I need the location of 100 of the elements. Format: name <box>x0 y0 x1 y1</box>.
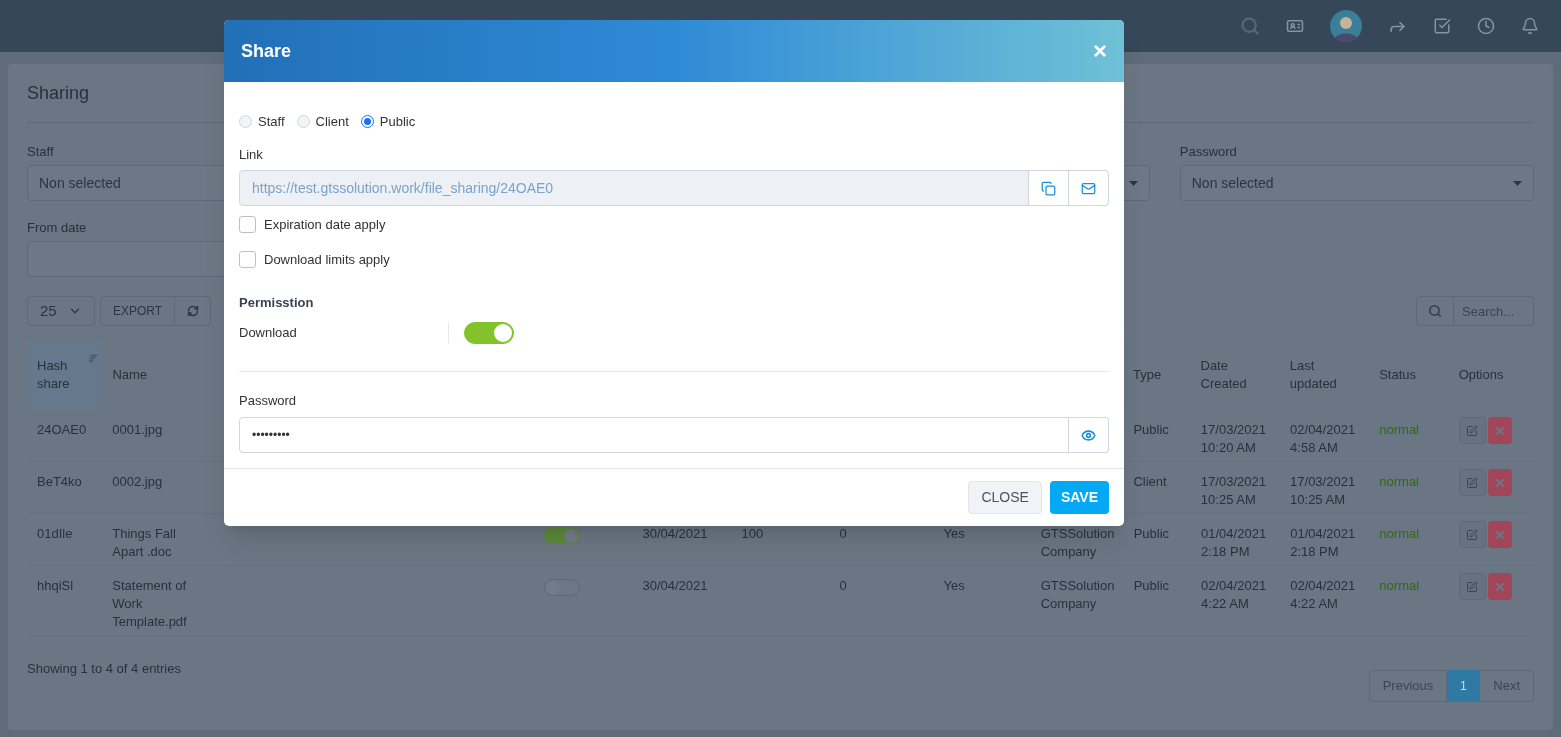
table-cell-text: Statement of Work Template.pdf <box>111 577 188 631</box>
table-cell-text: GTSSolution Company <box>1039 525 1116 561</box>
clock-icon[interactable] <box>1477 17 1495 35</box>
edit-button[interactable] <box>1458 469 1486 496</box>
close-icon <box>1493 476 1506 489</box>
dialog-title: Share <box>241 39 292 63</box>
export-button[interactable]: EXPORT <box>100 296 176 326</box>
table-cell-text: 17/03/2021 10:25 AM <box>1289 473 1357 509</box>
column-header[interactable]: Date Created <box>1190 357 1280 393</box>
close-icon <box>1493 528 1506 541</box>
refresh-button[interactable] <box>175 296 212 326</box>
permission-label: Download <box>239 323 298 342</box>
email-button[interactable] <box>1069 170 1109 206</box>
edit-icon <box>1466 580 1479 593</box>
checkbox[interactable] <box>239 251 256 268</box>
page-button[interactable]: 1 <box>1447 670 1480 702</box>
close-dialog-button[interactable]: CLOSE <box>968 481 1042 514</box>
table-cell-text: GTSSolution Company <box>1039 577 1116 613</box>
table-cell-text: 01/04/2021 2:18 PM <box>1289 525 1357 561</box>
mail-icon <box>1081 180 1096 196</box>
column-header[interactable]: Hash share <box>27 340 103 410</box>
checkbox-label: Download limits apply <box>264 250 390 269</box>
delete-button[interactable] <box>1487 521 1512 548</box>
table-cell-text: Public <box>1132 577 1171 595</box>
eye-icon <box>1081 427 1096 443</box>
table-cell-text: BeT4ko <box>36 473 83 491</box>
table-cell-text: 30/04/2021 <box>641 577 709 595</box>
edit-button[interactable] <box>1458 417 1486 444</box>
table-cell-text: Client <box>1132 473 1168 491</box>
password-field[interactable]: ••••••••• <box>239 417 1069 453</box>
table-cell-text: 30/04/2021 <box>641 525 709 543</box>
table-cell-text: Public <box>1132 421 1170 439</box>
status-label: normal <box>1378 421 1420 439</box>
delete-button[interactable] <box>1487 417 1512 444</box>
avatar[interactable] <box>1330 10 1362 42</box>
search-button[interactable] <box>1416 296 1454 326</box>
table-cell-text: 24OAE0 <box>36 421 88 439</box>
link-field[interactable]: https://test.gtssolution.work/file_sharing/24OAE0 <box>239 170 1029 206</box>
select-field[interactable]: Non selected <box>1179 165 1534 201</box>
checkbox-label: Expiration date apply <box>264 215 386 234</box>
table-cell-text: 02/04/2021 4:22 AM <box>1200 577 1268 613</box>
table-cell-text: 17/03/2021 10:20 AM <box>1199 421 1267 457</box>
column-header[interactable]: Type <box>1122 366 1191 384</box>
refresh-icon <box>186 305 199 317</box>
radio-label: Client <box>315 113 349 131</box>
radio-label: Staff <box>258 113 285 131</box>
edit-icon <box>1466 528 1479 541</box>
checkbox[interactable] <box>239 216 256 233</box>
search-icon <box>1428 304 1442 318</box>
entries-info: Showing 1 to 4 of 4 entries <box>27 660 181 678</box>
toggle-switch[interactable] <box>544 527 581 544</box>
status-label: normal <box>1378 525 1421 543</box>
section-heading: Permisstion <box>239 294 315 312</box>
copy-button[interactable] <box>1029 170 1069 206</box>
id-card-icon[interactable] <box>1286 17 1304 35</box>
show-password-button[interactable] <box>1069 417 1109 453</box>
table-cell-text: 0001.jpg <box>111 421 164 439</box>
page-length-select[interactable]: 25 <box>27 296 95 326</box>
edit-button[interactable] <box>1458 573 1486 600</box>
delete-button[interactable] <box>1487 469 1512 496</box>
caret-icon <box>1513 180 1522 186</box>
close-button[interactable]: × <box>1093 39 1107 63</box>
table-cell-text: Public <box>1132 525 1171 543</box>
filter-label: Password <box>1179 143 1237 158</box>
edit-button[interactable] <box>1458 521 1486 548</box>
edit-icon <box>1466 476 1479 489</box>
toggle-switch[interactable] <box>464 321 514 344</box>
copy-icon <box>1041 180 1056 196</box>
table-cell-text: 17/03/2021 10:25 AM <box>1199 473 1267 509</box>
table-cell-text: 01dIle <box>36 525 74 543</box>
table-cell-text: hhqiSl <box>36 577 75 595</box>
field-label: Link <box>239 145 264 164</box>
table-cell-text: 0002.jpg <box>111 473 164 491</box>
page-title: Sharing <box>27 82 91 104</box>
filter-label: Staff <box>27 143 54 158</box>
table-cell-text: 0 <box>838 525 848 543</box>
search-icon[interactable] <box>1240 16 1260 36</box>
radio-label: Public <box>379 113 416 131</box>
edit-icon <box>1466 424 1479 437</box>
delete-button[interactable] <box>1487 573 1512 600</box>
column-header[interactable]: Status <box>1369 366 1449 384</box>
table-cell-text: 100 <box>740 525 765 543</box>
table-cell-text: 01/04/2021 2:18 PM <box>1200 525 1268 561</box>
status-label: normal <box>1378 577 1421 595</box>
table-cell-text: 02/04/2021 4:22 AM <box>1289 577 1357 613</box>
table-cell-text: 02/04/2021 4:58 AM <box>1289 421 1357 457</box>
column-header[interactable]: Last updated <box>1279 357 1370 393</box>
bell-icon[interactable] <box>1521 17 1539 35</box>
checkbox-icon[interactable] <box>1433 17 1451 35</box>
field-label: Password <box>239 391 298 410</box>
table-cell-text: 0 <box>838 577 848 595</box>
table-cell-text: Things Fall Apart .doc <box>111 525 177 561</box>
table-cell-text: Yes <box>942 525 966 543</box>
close-icon <box>1493 580 1506 593</box>
save-button[interactable]: SAVE <box>1049 481 1109 514</box>
table-cell-text: Yes <box>942 577 966 595</box>
filter-label: From date <box>27 219 87 234</box>
close-icon <box>1493 424 1506 437</box>
column-header[interactable]: Options <box>1448 366 1534 384</box>
caret-icon <box>1128 180 1138 186</box>
